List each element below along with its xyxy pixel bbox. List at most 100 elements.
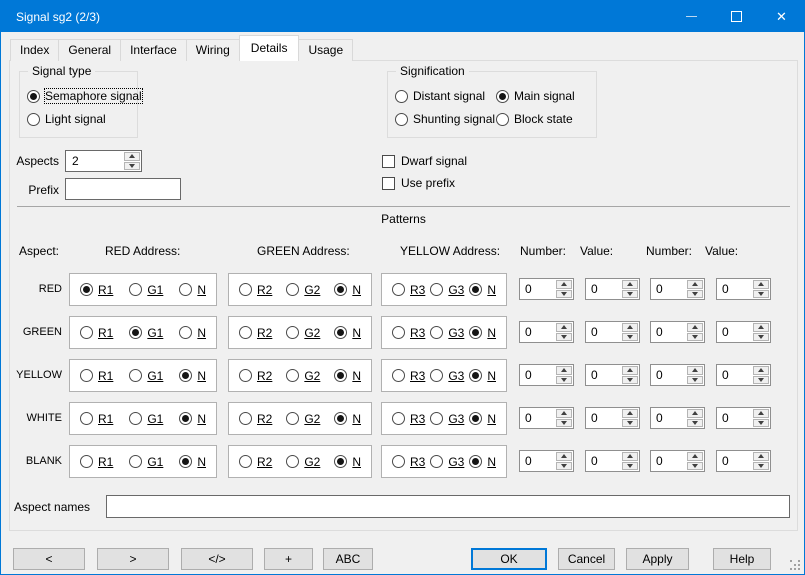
cancel-button[interactable]: Cancel: [558, 548, 615, 570]
radio-green-g2-2[interactable]: G2: [286, 326, 320, 340]
tab-usage[interactable]: Usage: [298, 39, 353, 61]
spinner-input[interactable]: [520, 408, 556, 428]
spinner-input[interactable]: [717, 451, 753, 471]
spin-down-button[interactable]: [687, 333, 703, 342]
tab-details[interactable]: Details: [239, 35, 300, 61]
aspects-spin-down-button[interactable]: [124, 162, 140, 171]
radio-red-g1-1[interactable]: G1: [129, 283, 163, 297]
spin-down-button[interactable]: [687, 376, 703, 385]
radio-red-g3-3[interactable]: G3: [430, 283, 464, 297]
close-button[interactable]: ✕: [759, 1, 804, 32]
radio-yellow-g2-2[interactable]: G2: [286, 369, 320, 383]
spinner-input[interactable]: [651, 451, 687, 471]
spin-up-button[interactable]: [556, 409, 572, 418]
radio-yellow-r2-2[interactable]: R2: [239, 369, 272, 383]
abc-button[interactable]: ABC: [323, 548, 373, 570]
tab-wiring[interactable]: Wiring: [186, 39, 240, 61]
next-button[interactable]: >: [97, 548, 169, 570]
spin-down-button[interactable]: [753, 290, 769, 299]
radio-blank-r1-1[interactable]: R1: [80, 455, 113, 469]
radio-red-r1-1[interactable]: R1: [80, 283, 113, 297]
radio-blank-n-3[interactable]: N: [469, 455, 496, 469]
radio-yellow-r3-3[interactable]: R3: [392, 369, 425, 383]
radio-block-state[interactable]: Block state: [496, 112, 575, 126]
spin-up-button[interactable]: [753, 409, 769, 418]
spinner-input[interactable]: [520, 451, 556, 471]
spin-down-button[interactable]: [687, 290, 703, 299]
spinner-input[interactable]: [586, 408, 622, 428]
spin-up-button[interactable]: [753, 452, 769, 461]
tab-index[interactable]: Index: [10, 39, 59, 61]
spin-up-button[interactable]: [556, 366, 572, 375]
spinner-input[interactable]: [651, 365, 687, 385]
radio-main-signal[interactable]: Main signal: [496, 89, 575, 103]
radio-white-n-3[interactable]: N: [469, 412, 496, 426]
tab-interface[interactable]: Interface: [120, 39, 187, 61]
spin-down-button[interactable]: [556, 333, 572, 342]
spin-up-button[interactable]: [753, 280, 769, 289]
radio-yellow-g1-1[interactable]: G1: [129, 369, 163, 383]
radio-light-signal[interactable]: Light signal: [27, 112, 142, 126]
spin-up-button[interactable]: [556, 323, 572, 332]
radio-yellow-n-1[interactable]: N: [179, 369, 206, 383]
spin-up-button[interactable]: [753, 366, 769, 375]
spinner-input[interactable]: [717, 322, 753, 342]
spinner-input[interactable]: [586, 365, 622, 385]
spinner-input[interactable]: [520, 365, 556, 385]
radio-blank-n-1[interactable]: N: [179, 455, 206, 469]
radio-green-r2-2[interactable]: R2: [239, 326, 272, 340]
radio-blank-n-2[interactable]: N: [334, 455, 361, 469]
title-bar[interactable]: Signal sg2 (2/3) ✕: [1, 1, 804, 32]
spinner-input[interactable]: [520, 279, 556, 299]
spin-up-button[interactable]: [687, 323, 703, 332]
spin-down-button[interactable]: [556, 290, 572, 299]
radio-white-g2-2[interactable]: G2: [286, 412, 320, 426]
aspect-names-input[interactable]: [107, 496, 789, 517]
spin-down-button[interactable]: [687, 462, 703, 471]
spin-down-button[interactable]: [753, 462, 769, 471]
code-button[interactable]: </>: [181, 548, 253, 570]
radio-blank-g3-3[interactable]: G3: [430, 455, 464, 469]
spin-up-button[interactable]: [687, 366, 703, 375]
spinner-input[interactable]: [651, 322, 687, 342]
radio-white-r2-2[interactable]: R2: [239, 412, 272, 426]
radio-green-r1-1[interactable]: R1: [80, 326, 113, 340]
spin-up-button[interactable]: [556, 452, 572, 461]
radio-yellow-g3-3[interactable]: G3: [430, 369, 464, 383]
aspects-spin-up-button[interactable]: [124, 152, 140, 161]
spinner-input[interactable]: [717, 408, 753, 428]
radio-green-g3-3[interactable]: G3: [430, 326, 464, 340]
radio-white-g3-3[interactable]: G3: [430, 412, 464, 426]
spinner-input[interactable]: [586, 322, 622, 342]
radio-blank-g2-2[interactable]: G2: [286, 455, 320, 469]
ok-button[interactable]: OK: [471, 548, 547, 570]
radio-white-r1-1[interactable]: R1: [80, 412, 113, 426]
dwarf-signal-checkbox[interactable]: Dwarf signal: [382, 154, 467, 168]
spin-down-button[interactable]: [622, 290, 638, 299]
spin-up-button[interactable]: [622, 452, 638, 461]
radio-blank-r3-3[interactable]: R3: [392, 455, 425, 469]
apply-button[interactable]: Apply: [626, 548, 689, 570]
spin-down-button[interactable]: [753, 333, 769, 342]
maximize-button[interactable]: [714, 1, 759, 32]
spin-down-button[interactable]: [622, 376, 638, 385]
prefix-input[interactable]: [66, 179, 180, 199]
radio-green-n-1[interactable]: N: [179, 326, 206, 340]
radio-red-n-2[interactable]: N: [334, 283, 361, 297]
radio-green-g1-1[interactable]: G1: [129, 326, 163, 340]
spin-down-button[interactable]: [687, 419, 703, 428]
spin-down-button[interactable]: [556, 419, 572, 428]
spin-down-button[interactable]: [753, 376, 769, 385]
radio-red-n-1[interactable]: N: [179, 283, 206, 297]
spinner-input[interactable]: [717, 365, 753, 385]
use-prefix-checkbox[interactable]: Use prefix: [382, 176, 455, 190]
spin-up-button[interactable]: [622, 323, 638, 332]
radio-yellow-n-2[interactable]: N: [334, 369, 361, 383]
minimize-button[interactable]: [669, 1, 714, 32]
spinner-input[interactable]: [717, 279, 753, 299]
spin-up-button[interactable]: [622, 280, 638, 289]
spin-up-button[interactable]: [687, 452, 703, 461]
spin-up-button[interactable]: [622, 409, 638, 418]
radio-white-n-1[interactable]: N: [179, 412, 206, 426]
add-button[interactable]: +: [264, 548, 313, 570]
